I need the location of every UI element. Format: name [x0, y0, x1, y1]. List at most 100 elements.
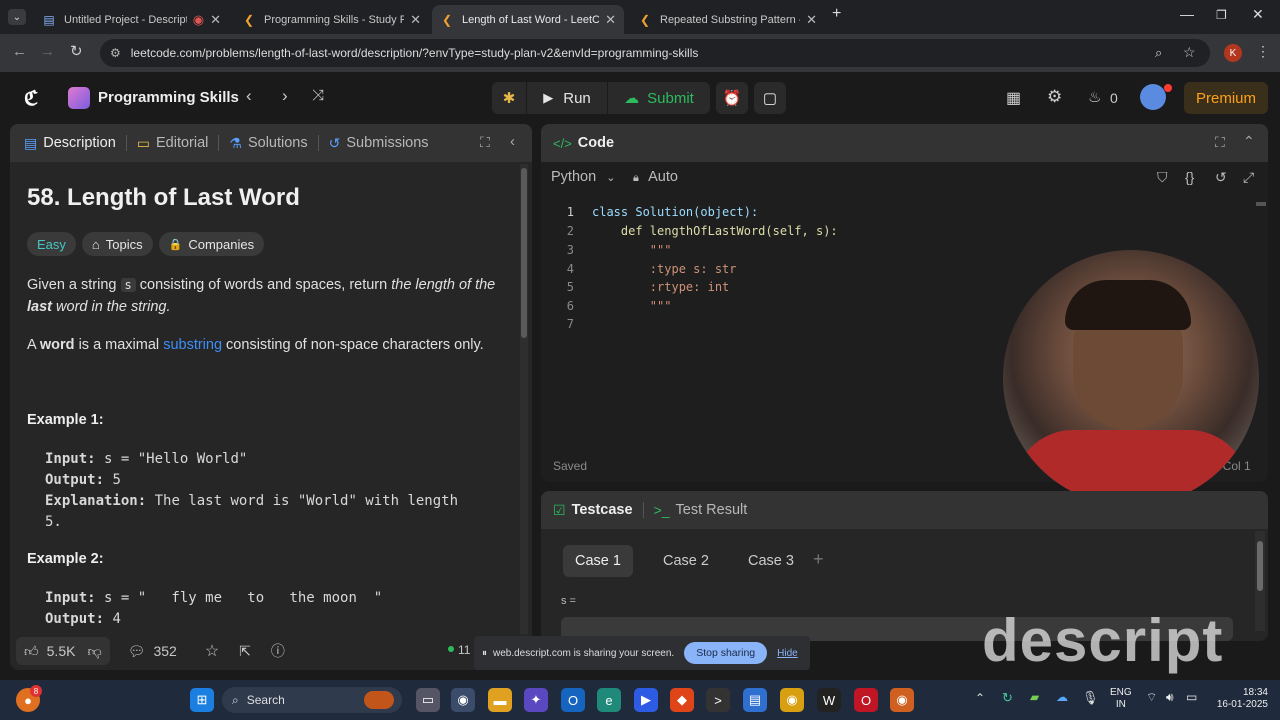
back-icon[interactable]: ← — [12, 43, 27, 60]
chrome-profile-icon[interactable]: ◉ — [780, 688, 804, 712]
maximize-panel-icon[interactable]: ⛶ — [480, 134, 490, 151]
reset-code-icon[interactable]: ↺ — [1215, 169, 1227, 186]
testcase-scrollbar[interactable] — [1255, 531, 1265, 631]
case-2-tab[interactable]: Case 2 — [651, 545, 721, 577]
companies-pill[interactable]: 🔒 Companies — [158, 232, 265, 256]
settings-gear-icon[interactable]: ⚙ — [1047, 87, 1062, 107]
shuffle-icon[interactable]: ⤨ — [312, 87, 324, 104]
close-window-icon[interactable]: ✕ — [1252, 6, 1264, 23]
volume-icon[interactable]: 🔊︎ — [1166, 690, 1174, 705]
language-indicator[interactable]: ENG IN — [1110, 687, 1132, 711]
tab-editorial[interactable]: ▭ Editorial — [137, 135, 209, 152]
browser-tab-descript[interactable]: ▤ Untitled Project - Descript ◉ ✕ — [34, 5, 229, 34]
zoom-icon[interactable]: ⌕ — [1155, 45, 1162, 61]
collapse-panel-icon[interactable]: ‹ — [510, 133, 515, 150]
debug-icon[interactable]: ✱ — [492, 82, 526, 114]
forward-icon[interactable]: → — [40, 43, 55, 60]
topics-pill[interactable]: ⌂ Topics — [81, 232, 153, 256]
notes-icon[interactable]: ▢ — [754, 82, 786, 114]
help-icon[interactable]: ⓘ — [271, 641, 285, 661]
timer-icon[interactable]: ⏰ — [716, 82, 748, 114]
format-code-icon[interactable]: {} — [1185, 169, 1194, 185]
reload-icon[interactable]: ↻ — [70, 42, 83, 60]
url-bar[interactable]: ⚙ leetcode.com/problems/length-of-last-w… — [100, 39, 1210, 67]
code-line[interactable]: def lengthOfLastWord(self, s): — [592, 224, 838, 238]
notepad-icon[interactable]: ▤ — [743, 688, 767, 712]
substring-link[interactable]: substring — [163, 337, 222, 353]
opera-icon[interactable]: O — [854, 688, 878, 712]
taskbar-search[interactable]: ⌕ Search — [222, 687, 402, 713]
case-3-tab[interactable]: Case 3 — [736, 545, 806, 577]
code-line[interactable]: :type s: str — [592, 262, 737, 276]
battery-icon[interactable]: ▭ — [1186, 690, 1197, 704]
file-explorer-icon[interactable]: ▬ — [488, 688, 512, 712]
wifi-icon[interactable]: ⌔ — [1146, 690, 1157, 705]
tray-cloud-icon[interactable]: ☁ — [1056, 690, 1068, 704]
restore-icon[interactable]: ❐ — [1216, 8, 1227, 22]
submit-button[interactable]: ☁ Submit — [608, 82, 710, 114]
layout-grid-icon[interactable]: ▦ — [1006, 88, 1021, 108]
language-select[interactable]: Python ⌄ — [551, 169, 615, 185]
run-button[interactable]: ▶ Run — [527, 82, 607, 114]
code-line[interactable]: :rtype: int — [592, 280, 729, 294]
thumbs-down-icon[interactable]: 👎︎ — [87, 643, 101, 660]
close-tab-icon[interactable]: ✕ — [806, 12, 817, 28]
profile-avatar[interactable]: K — [1224, 44, 1242, 62]
case-1-tab[interactable]: Case 1 — [563, 545, 633, 577]
browser-tab-repeated-substring[interactable]: ❮ Repeated Substring Pattern - Le ✕ — [630, 5, 825, 34]
copilot-icon[interactable]: ✦ — [524, 688, 548, 712]
close-tab-icon[interactable]: ✕ — [605, 12, 616, 28]
collapse-editor-icon[interactable]: ⌃ — [1243, 133, 1255, 150]
hide-button[interactable]: Hide — [777, 648, 798, 659]
minimize-icon[interactable]: — — [1180, 6, 1194, 22]
maximize-editor-icon[interactable]: ⛶ — [1215, 134, 1225, 151]
tray-app-icon[interactable]: ↻ — [1002, 690, 1013, 706]
fullscreen-icon[interactable]: ⤢ — [1243, 169, 1254, 186]
code-line[interactable]: """ — [592, 299, 672, 313]
favorite-star-icon[interactable]: ☆ — [205, 641, 219, 661]
site-info-icon[interactable]: ⚙ — [110, 46, 121, 60]
scrollbar-thumb[interactable] — [1257, 541, 1263, 591]
clock[interactable]: 18:34 16-01-2025 — [1210, 687, 1268, 711]
edge-icon[interactable]: e — [597, 688, 621, 712]
close-tab-icon[interactable]: ✕ — [410, 12, 421, 28]
browser-tab-length-of-last-word[interactable]: ❮ Length of Last Word - LeetCode ✕ — [432, 5, 624, 34]
add-case-button[interactable]: + — [813, 549, 824, 570]
terminal-app-icon[interactable]: > — [706, 688, 730, 712]
comment-icon[interactable]: 💬︎ — [128, 643, 146, 660]
code-line[interactable]: class Solution(object): — [592, 205, 758, 219]
browser-tab-study-plan[interactable]: ❮ Programming Skills - Study Plan ✕ — [234, 5, 429, 34]
scrollbar-thumb[interactable] — [521, 168, 527, 338]
bookmark-star-icon[interactable]: ☆ — [1183, 44, 1196, 61]
stop-sharing-button[interactable]: Stop sharing — [684, 642, 768, 664]
user-avatar[interactable] — [1140, 84, 1166, 110]
outlook-icon[interactable]: O — [561, 688, 585, 712]
chrome-icon[interactable]: ◉ — [451, 688, 475, 712]
microphone-icon[interactable]: 🎙︎ — [1082, 690, 1099, 706]
code-line[interactable]: """ — [592, 243, 672, 257]
tab-description[interactable]: ▤ Description — [24, 135, 116, 152]
new-tab-icon[interactable]: + — [832, 5, 841, 23]
task-view-icon[interactable]: ▭ — [416, 688, 440, 712]
chrome-alt-icon[interactable]: ◉ — [890, 688, 914, 712]
windows-start-icon[interactable]: ⊞ — [190, 688, 214, 712]
description-scrollbar[interactable] — [520, 164, 528, 634]
prev-problem-icon[interactable]: ‹ — [246, 86, 252, 106]
study-plan-title[interactable]: Programming Skills — [98, 89, 239, 106]
problem-title[interactable]: 58. Length of Last Word — [27, 184, 300, 212]
more-menu-icon[interactable]: ⋮ — [1256, 43, 1270, 60]
tab-test-result[interactable]: >_ Test Result — [654, 502, 748, 518]
leetcode-logo-icon[interactable]: ℭ — [24, 86, 38, 111]
tray-chevron-icon[interactable]: ⌃ — [975, 691, 985, 705]
nvidia-icon[interactable]: ▰ — [1030, 690, 1039, 704]
tab-submissions[interactable]: ↺ Submissions — [329, 135, 429, 152]
share-icon[interactable]: ⇱ — [239, 643, 251, 660]
tab-testcase[interactable]: ☑ Testcase — [553, 502, 633, 519]
brave-icon[interactable]: ◆ — [670, 688, 694, 712]
close-tab-icon[interactable]: ✕ — [210, 12, 221, 28]
zoom-app-icon[interactable]: ▶ — [634, 688, 658, 712]
tab-search-icon[interactable]: ⌄ — [8, 9, 26, 25]
streak-fire-icon[interactable]: ♨ — [1088, 88, 1101, 106]
bookmark-icon[interactable]: ⛉ — [1157, 169, 1168, 186]
tab-solutions[interactable]: ⚗ Solutions — [229, 135, 307, 152]
